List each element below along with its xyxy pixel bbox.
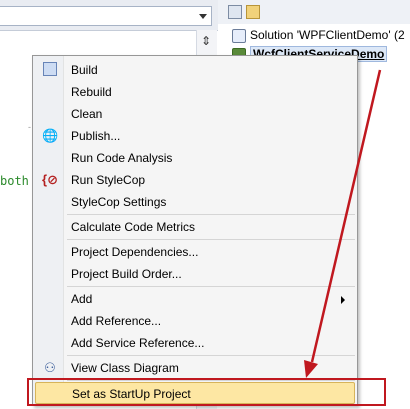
annotation-arrow bbox=[304, 69, 382, 378]
